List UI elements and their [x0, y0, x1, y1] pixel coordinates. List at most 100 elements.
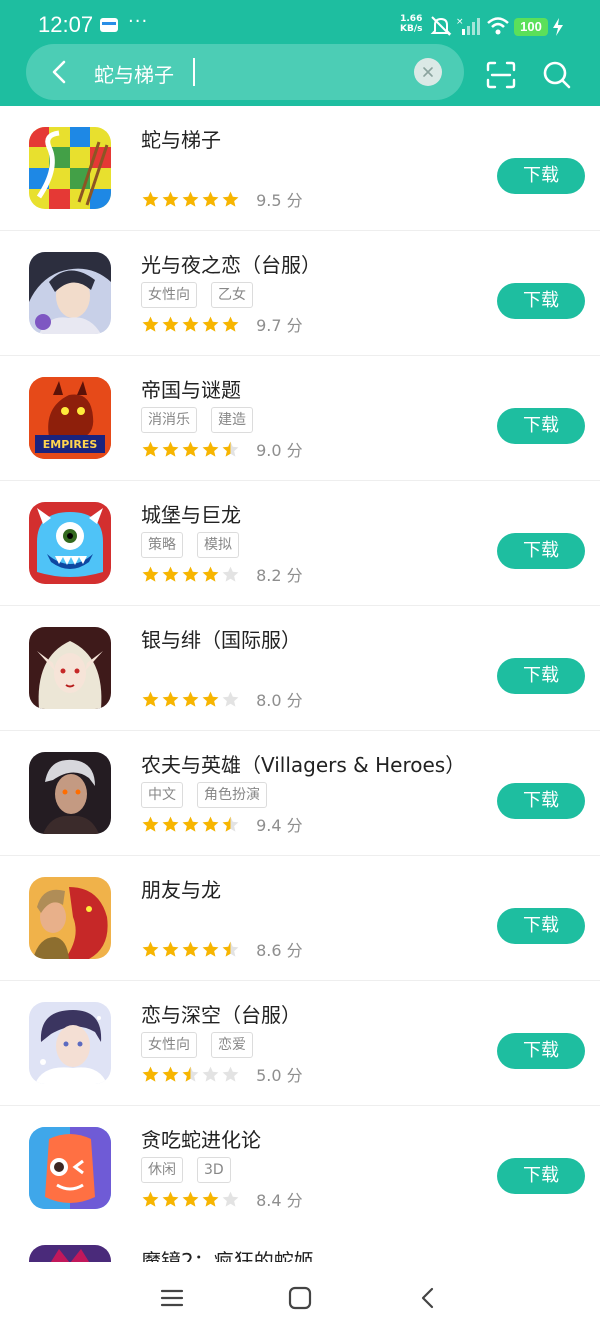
text-cursor [193, 58, 195, 86]
search-bar [26, 44, 464, 100]
star-rating [141, 564, 241, 583]
tag-list: 休闲 3D [141, 1157, 245, 1183]
clear-icon[interactable] [414, 58, 442, 86]
search-icon[interactable] [542, 60, 572, 90]
star-full-icon [162, 1191, 179, 1207]
menu-icon[interactable] [158, 1284, 186, 1312]
tag: 中文 [141, 782, 183, 808]
star-full-icon [162, 691, 179, 707]
back-icon[interactable] [46, 58, 74, 86]
download-button[interactable]: 下载 [497, 1158, 585, 1194]
tag-list: 女性向 恋爱 [141, 1032, 267, 1058]
scan-icon[interactable] [486, 61, 516, 89]
star-rating [141, 814, 241, 833]
star-full-icon [142, 441, 159, 457]
app-list: 蛇与梯子 9.5 分 下载 光与夜之恋（台服） 女性向乙女 9.7 分 下载 [0, 106, 600, 1231]
rating: 8.6 分 [141, 937, 303, 960]
star-full-icon [142, 1191, 159, 1207]
download-button[interactable]: 下载 [497, 908, 585, 944]
tag: 休闲 [141, 1157, 183, 1183]
app-name: 银与绯（国际服） [141, 628, 301, 652]
rating: 5.0 分 [141, 1062, 303, 1085]
more-dots-icon: ··· [128, 11, 149, 32]
tag-list: 消消乐 建造 [141, 407, 267, 433]
app-row-partial[interactable]: 魔镜2：疯狂的蛇姬 [0, 1225, 600, 1265]
star-full-icon [202, 566, 219, 582]
tag-list: 策略 模拟 [141, 532, 253, 558]
tag: 恋爱 [211, 1032, 253, 1058]
tag-list: 中文 角色扮演 [141, 782, 281, 808]
tag: 女性向 [141, 282, 197, 308]
app-row[interactable]: 贪吃蛇进化论 休闲 3D 8.4 分 下载 [0, 1106, 600, 1231]
tag: 乙女 [211, 282, 253, 308]
app-name: 蛇与梯子 [141, 128, 221, 152]
app-row[interactable]: 蛇与梯子 9.5 分 下载 [0, 106, 600, 231]
download-button[interactable]: 下载 [497, 283, 585, 319]
star-full-icon [202, 816, 219, 832]
score: 9.7 分 [256, 316, 303, 335]
app-icon-light-and-night [29, 252, 111, 334]
app-icon-love-deepspace [29, 1002, 111, 1084]
star-full-icon [202, 316, 219, 332]
rating: 8.2 分 [141, 562, 303, 585]
rating: 8.0 分 [141, 687, 303, 710]
download-button[interactable]: 下载 [497, 408, 585, 444]
svg-text:EMPIRES: EMPIRES [43, 438, 98, 451]
download-button[interactable]: 下载 [497, 658, 585, 694]
download-button[interactable]: 下载 [497, 533, 585, 569]
star-half-icon [182, 1066, 199, 1082]
tag: 角色扮演 [197, 782, 267, 808]
star-full-icon [222, 191, 239, 207]
star-full-icon [222, 316, 239, 332]
download-button[interactable]: 下载 [497, 783, 585, 819]
search-input[interactable] [94, 60, 424, 86]
star-rating [141, 689, 241, 708]
app-row[interactable]: 城堡与巨龙 策略 模拟 8.2 分 下载 [0, 481, 600, 606]
status-bar: 12:07 ··· 1.66 KB/s × 100 [0, 0, 600, 44]
download-button[interactable]: 下载 [497, 158, 585, 194]
score: 9.4 分 [256, 816, 303, 835]
back-nav-icon[interactable] [414, 1284, 442, 1312]
star-full-icon [202, 691, 219, 707]
app-row[interactable]: 恋与深空（台服） 女性向 恋爱 5.0 分 下载 [0, 981, 600, 1106]
star-full-icon [142, 191, 159, 207]
star-full-icon [182, 191, 199, 207]
star-rating [141, 939, 241, 958]
rating: 9.4 分 [141, 812, 303, 835]
score: 8.2 分 [256, 566, 303, 585]
app-row[interactable]: 银与绯（国际服） 8.0 分 下载 [0, 606, 600, 731]
rating: 8.4 分 [141, 1187, 303, 1210]
star-full-icon [162, 191, 179, 207]
download-button[interactable]: 下载 [497, 1033, 585, 1069]
app-icon-castles-dragons [29, 502, 111, 584]
app-icon-snake-evolution [29, 1127, 111, 1209]
app-name: 恋与深空（台服） [141, 1003, 301, 1027]
star-full-icon [162, 1066, 179, 1082]
score: 8.0 分 [256, 691, 303, 710]
app-icon-friends-dragons [29, 877, 111, 959]
app-row[interactable]: 光与夜之恋（台服） 女性向 乙女 9.7 分 下载 [0, 231, 600, 356]
app-name: 贪吃蛇进化论 [141, 1128, 261, 1152]
star-full-icon [182, 441, 199, 457]
tag: 女性向 [141, 1032, 197, 1058]
star-full-icon [202, 941, 219, 957]
star-rating [141, 439, 241, 458]
star-full-icon [202, 1191, 219, 1207]
star-full-icon [202, 191, 219, 207]
star-rating [141, 1189, 241, 1208]
home-icon[interactable] [286, 1284, 314, 1312]
rating: 9.5 分 [141, 187, 303, 210]
star-full-icon [162, 566, 179, 582]
signal-icon: × [456, 17, 480, 35]
score: 9.5 分 [256, 191, 303, 210]
network-speed: 1.66 KB/s [400, 14, 422, 34]
star-rating [141, 189, 241, 208]
tag: 消消乐 [141, 407, 197, 433]
app-row[interactable]: 朋友与龙 8.6 分 下载 [0, 856, 600, 981]
app-name: 朋友与龙 [141, 878, 221, 902]
app-row[interactable]: EMPIRES 帝国与谜题 消消乐 建造 9.0 分 下载 [0, 356, 600, 481]
charging-icon [553, 18, 563, 36]
app-row[interactable]: 农夫与英雄（Villagers & Heroes） 中文 角色扮演 9.4 分 下… [0, 731, 600, 856]
wifi-icon [487, 17, 509, 35]
app-name: 城堡与巨龙 [141, 503, 241, 527]
